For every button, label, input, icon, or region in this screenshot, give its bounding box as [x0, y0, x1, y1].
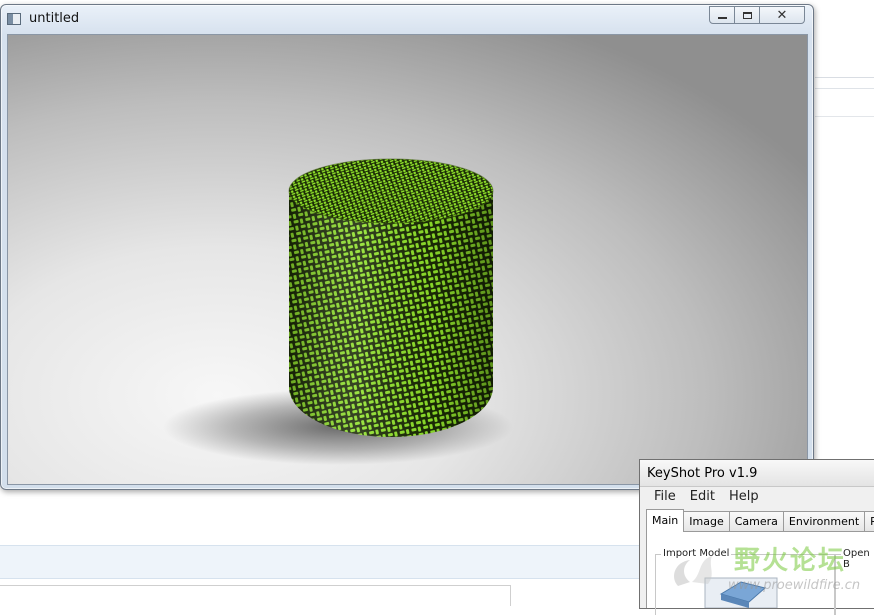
close-icon: ✕ — [776, 7, 788, 23]
render-scene — [163, 158, 513, 465]
keyshot-window: KeyShot Pro v1.9 File Edit Help Main Ima… — [639, 459, 874, 615]
background-panel-edge — [0, 585, 511, 606]
menu-help[interactable]: Help — [729, 487, 759, 507]
keyshot-title-bar[interactable]: KeyShot Pro v1.9 — [640, 460, 874, 487]
tab-image[interactable]: Image — [683, 511, 730, 531]
tab-render[interactable]: Ren — [864, 511, 874, 531]
tab-strip: Main Image Camera Environment Ren — [646, 509, 874, 532]
import-model-label: Import Model — [661, 548, 732, 559]
window-icon[interactable] — [7, 13, 21, 25]
maximize-icon — [742, 11, 752, 19]
cylinder-body-shading — [289, 191, 493, 437]
background-row-strip — [815, 88, 874, 117]
import-model-icon[interactable] — [703, 572, 779, 608]
menu-file[interactable]: File — [654, 487, 676, 507]
tab-main[interactable]: Main — [646, 509, 685, 532]
keyshot-title: KeyShot Pro v1.9 — [647, 466, 758, 481]
minimize-button[interactable] — [709, 6, 735, 24]
render-viewport[interactable] — [7, 34, 808, 485]
tab-camera[interactable]: Camera — [728, 511, 784, 531]
minimize-icon — [717, 17, 727, 19]
tab-environment[interactable]: Environment — [782, 511, 866, 531]
open-label: Open B — [841, 548, 874, 570]
menu-edit[interactable]: Edit — [690, 487, 715, 507]
window-controls: ✕ — [709, 6, 805, 24]
title-bar[interactable]: untitled ✕ — [1, 5, 813, 33]
main-tab-panel: Import Model Open B — [646, 532, 874, 615]
window-title: untitled — [29, 11, 80, 26]
maximize-button[interactable] — [734, 6, 760, 24]
close-button[interactable]: ✕ — [759, 6, 805, 24]
background-toolbar-strip — [815, 44, 874, 78]
menu-bar: File Edit Help — [640, 487, 874, 507]
render-window: untitled ✕ — [0, 4, 814, 490]
